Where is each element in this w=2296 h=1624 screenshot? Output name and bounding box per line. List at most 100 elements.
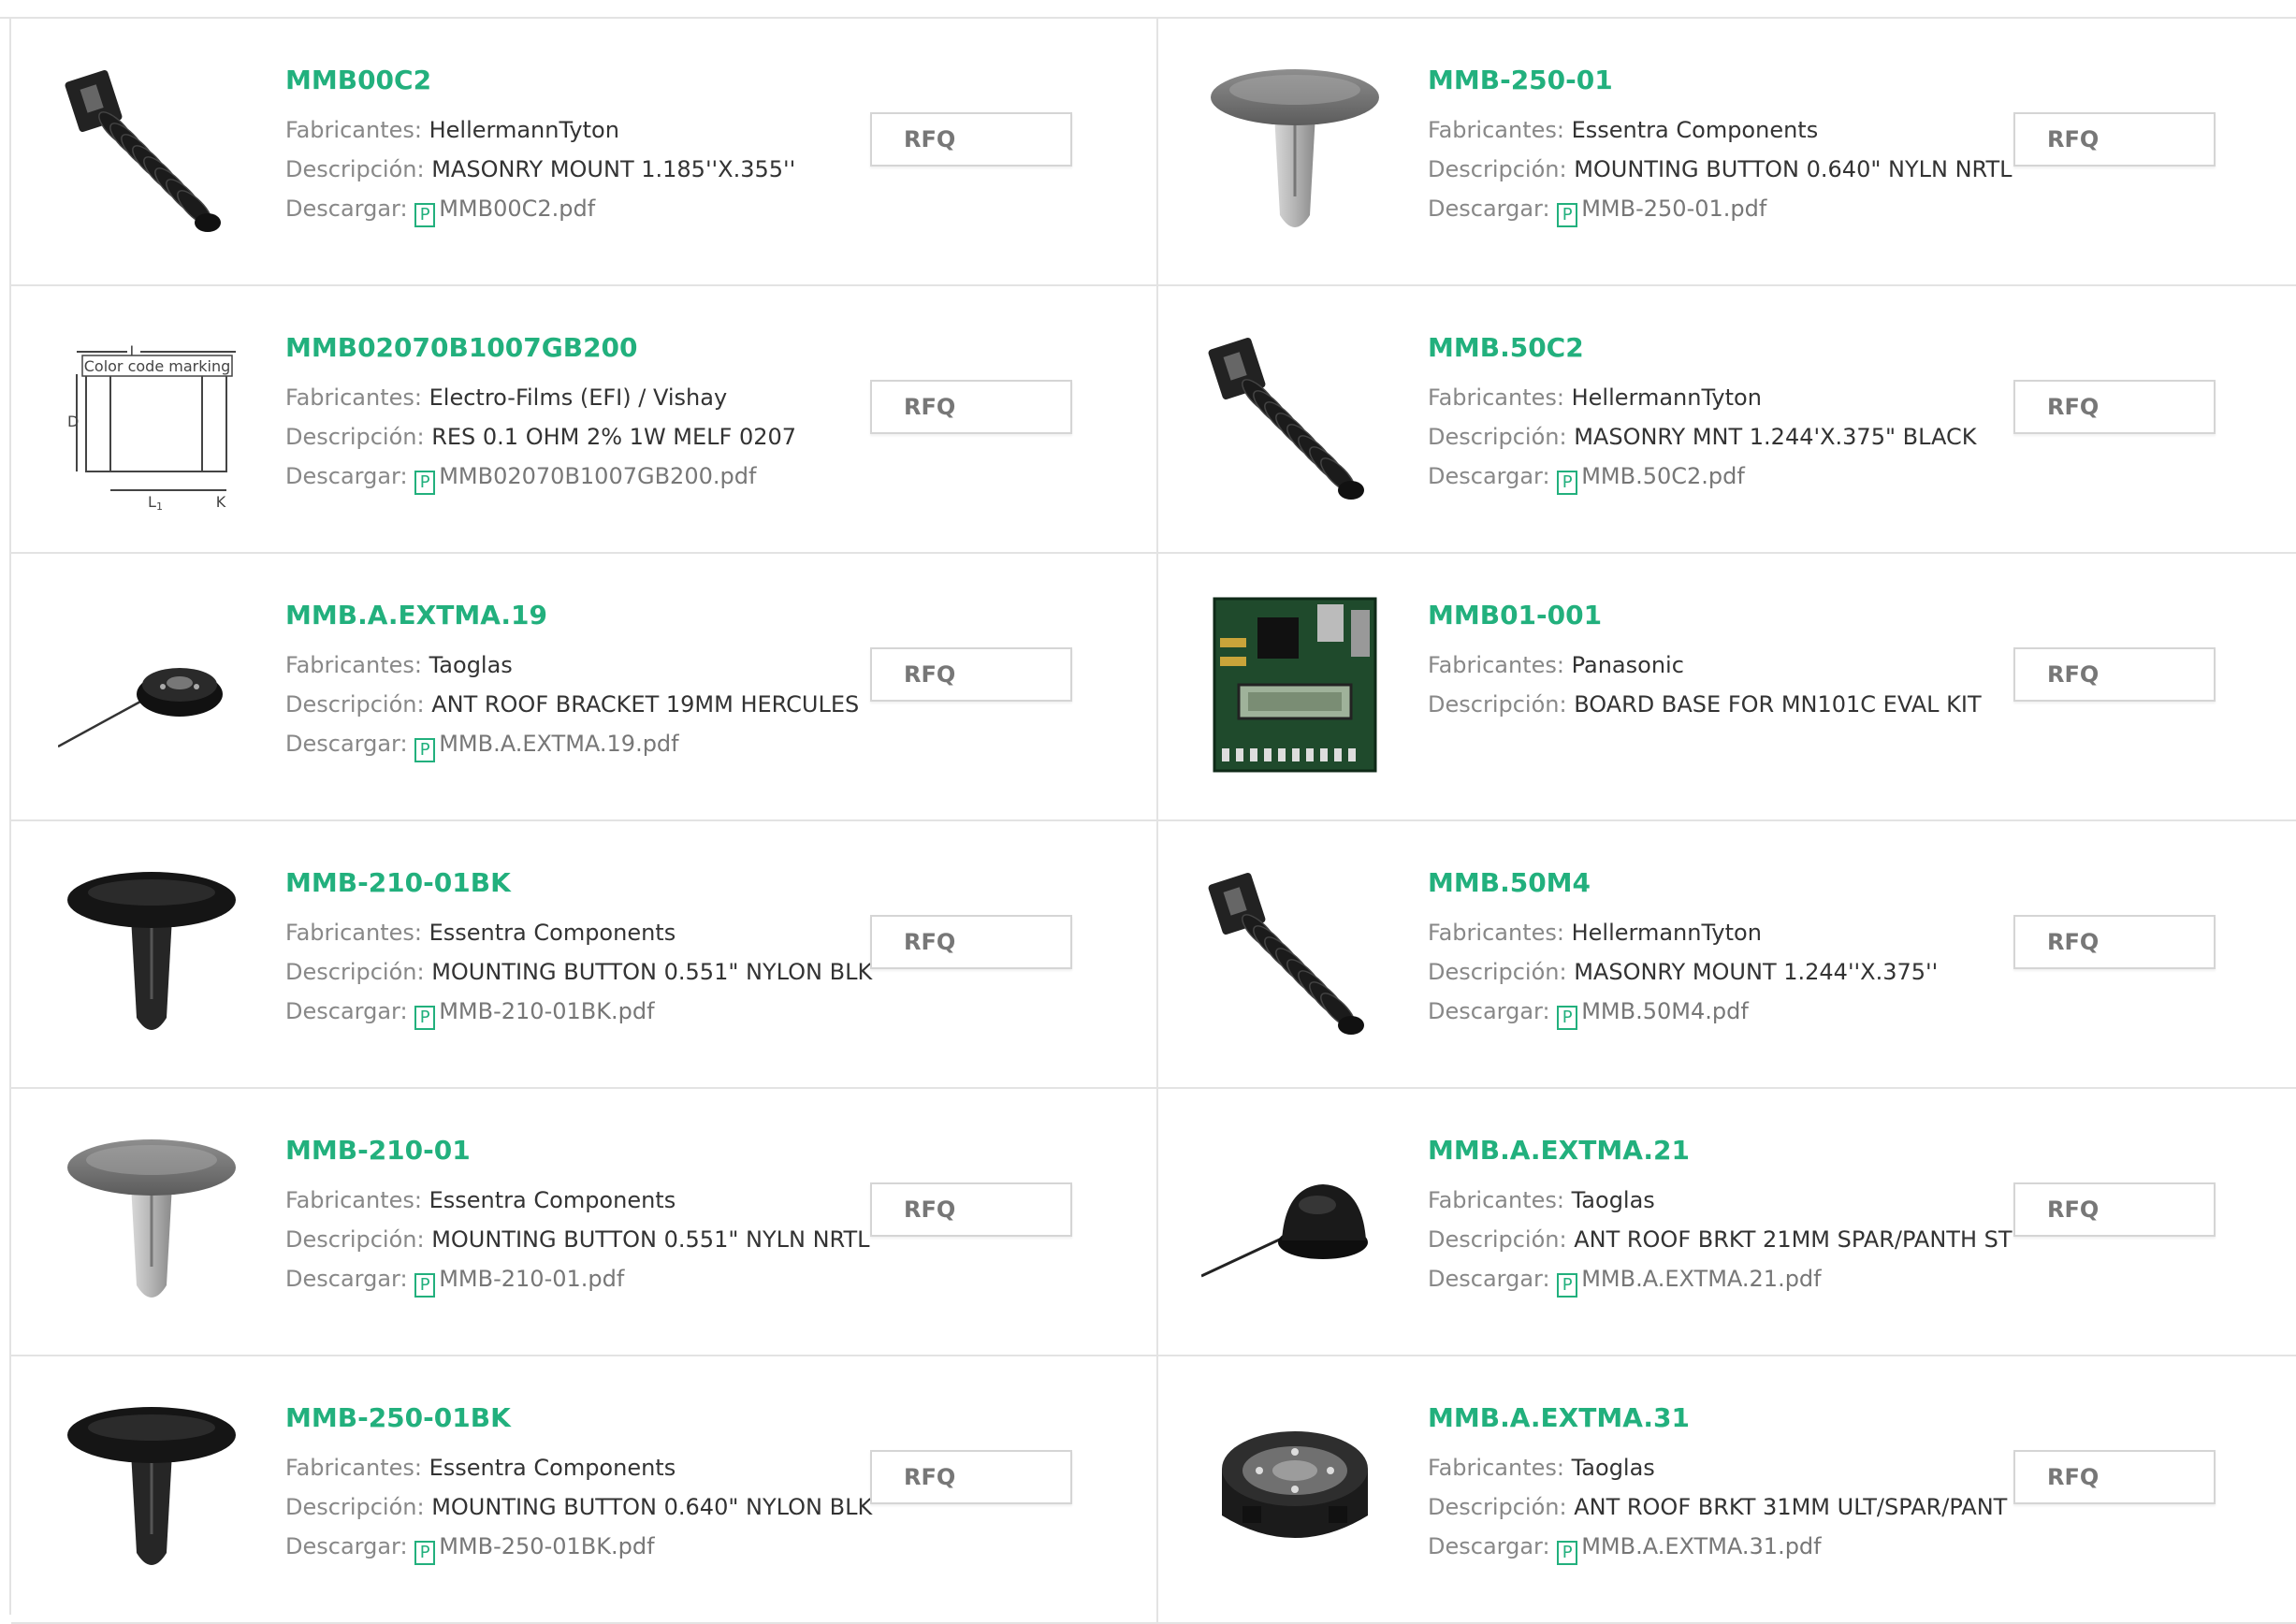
antenna-ring-icon[interactable] [1201, 1394, 1388, 1581]
download-row: Descargar: P MMB-210-01.pdf [285, 1259, 847, 1298]
pdf-link[interactable]: MMB-210-01BK.pdf [439, 998, 654, 1024]
black-anchor-icon[interactable] [1201, 324, 1388, 511]
rfq-button[interactable]: RFQ [2013, 1182, 2216, 1237]
description-label: Descripción: [1428, 1494, 1567, 1520]
rfq-button[interactable]: RFQ [2013, 915, 2216, 969]
description-label: Descripción: [1428, 156, 1567, 182]
product-info: MMB.A.EXTMA.21 Fabricantes: Taoglas Desc… [1428, 1134, 2013, 1298]
download-row: Descargar: P MMB.50C2.pdf [1428, 457, 1989, 496]
download-label: Descargar: [285, 1266, 408, 1292]
pdf-link[interactable]: MMB.A.EXTMA.21.pdf [1581, 1266, 1821, 1292]
rfq-button[interactable]: RFQ [2013, 112, 2216, 167]
manufacturer-label: Fabricantes: [1428, 652, 1564, 678]
download-label: Descargar: [1428, 1266, 1550, 1292]
manufacturer-label: Fabricantes: [1428, 1455, 1564, 1481]
manufacturer-row: Fabricantes: Electro-Films (EFI) / Visha… [285, 378, 847, 417]
part-number-link[interactable]: MMB-250-01BK [285, 1401, 847, 1435]
part-number-link[interactable]: MMB.A.EXTMA.19 [285, 599, 847, 632]
pdf-icon[interactable]: P [1557, 471, 1578, 495]
pdf-icon[interactable]: P [1557, 1273, 1578, 1298]
part-number-link[interactable]: MMB.A.EXTMA.31 [1428, 1401, 1989, 1435]
manufacturer-label: Fabricantes: [285, 1187, 422, 1213]
antenna-bracket-icon[interactable] [58, 591, 245, 778]
description-label: Descripción: [285, 1494, 425, 1520]
description-label: Descripción: [285, 959, 425, 985]
part-number-link[interactable]: MMB.50M4 [1428, 866, 1989, 900]
black-button-icon[interactable] [58, 1394, 245, 1581]
pdf-icon[interactable]: P [414, 203, 436, 227]
part-number-link[interactable]: MMB02070B1007GB200 [285, 331, 847, 365]
rfq-button[interactable]: RFQ [870, 647, 1072, 702]
black-button-icon[interactable] [58, 859, 245, 1046]
description-value: MASONRY MNT 1.244'X.375" BLACK [1574, 424, 1977, 450]
pdf-icon[interactable]: P [1557, 203, 1578, 227]
description-value: RES 0.1 OHM 2% 1W MELF 0207 [431, 424, 797, 450]
download-label: Descargar: [1428, 998, 1550, 1024]
part-number-link[interactable]: MMB.50C2 [1428, 331, 1989, 365]
rfq-button[interactable]: RFQ [870, 112, 1072, 167]
part-number-link[interactable]: MMB-210-01 [285, 1134, 847, 1167]
manufacturer-row: Fabricantes: Essentra Components [285, 1181, 847, 1220]
rfq-button[interactable]: RFQ [870, 915, 1072, 969]
manufacturer-value: Panasonic [1571, 652, 1684, 678]
pdf-link[interactable]: MMB02070B1007GB200.pdf [439, 463, 756, 489]
manufacturer-label: Fabricantes: [1428, 920, 1564, 946]
pdf-icon[interactable]: P [414, 738, 436, 762]
pdf-icon[interactable]: P [414, 1541, 436, 1565]
product-info: MMB00C2 Fabricantes: HellermannTyton Des… [285, 64, 847, 228]
part-number-link[interactable]: MMB-250-01 [1428, 64, 1989, 97]
pdf-icon[interactable]: P [1557, 1006, 1578, 1030]
pdf-link[interactable]: MMB.50C2.pdf [1581, 463, 1745, 489]
pdf-icon[interactable]: P [1557, 1541, 1578, 1565]
black-anchor-icon[interactable] [58, 56, 245, 243]
part-number-link[interactable]: MMB-210-01BK [285, 866, 847, 900]
pdf-link[interactable]: MMB.A.EXTMA.19.pdf [439, 731, 678, 757]
product-info: MMB-250-01 Fabricantes: Essentra Compone… [1428, 64, 2013, 228]
grey-button-icon[interactable] [1201, 56, 1388, 243]
product-info: MMB.A.EXTMA.19 Fabricantes: Taoglas Desc… [285, 599, 859, 763]
download-row: Descargar: P MMB-250-01.pdf [1428, 189, 1989, 228]
manufacturer-label: Fabricantes: [285, 652, 422, 678]
description-label: Descripción: [1428, 959, 1567, 985]
manufacturer-value: Electro-Films (EFI) / Vishay [429, 384, 728, 411]
manufacturer-value: HellermannTyton [1571, 920, 1762, 946]
eval-board-icon[interactable] [1201, 591, 1388, 778]
description-row: Descripción: ANT ROOF BRKT 31MM ULT/SPAR… [1428, 1487, 2007, 1527]
pdf-link[interactable]: MMB.A.EXTMA.31.pdf [1581, 1533, 1821, 1559]
manufacturer-value: Essentra Components [429, 1455, 676, 1481]
product-info: MMB01-001 Fabricantes: Panasonic Descrip… [1428, 599, 1989, 724]
product-card: L Color code marking D L1 K MMB02070B100… [11, 286, 1158, 554]
pdf-link[interactable]: MMB-210-01.pdf [439, 1266, 624, 1292]
product-card: MMB-210-01 Fabricantes: Essentra Compone… [11, 1089, 1158, 1356]
manufacturer-label: Fabricantes: [1428, 384, 1564, 411]
description-label: Descripción: [285, 1226, 425, 1253]
part-number-link[interactable]: MMB.A.EXTMA.21 [1428, 1134, 1989, 1167]
rfq-button[interactable]: RFQ [2013, 647, 2216, 702]
product-info: MMB-250-01BK Fabricantes: Essentra Compo… [285, 1401, 872, 1566]
pdf-icon[interactable]: P [414, 1273, 436, 1298]
grey-button-icon[interactable] [58, 1126, 245, 1313]
download-row: Descargar: P MMB02070B1007GB200.pdf [285, 457, 847, 496]
pdf-icon[interactable]: P [414, 471, 436, 495]
description-row: Descripción: MOUNTING BUTTON 0.551" NYLN… [285, 1220, 870, 1259]
antenna-dome-icon[interactable] [1201, 1126, 1388, 1313]
pdf-link[interactable]: MMB.50M4.pdf [1581, 998, 1749, 1024]
rfq-button[interactable]: RFQ [2013, 1450, 2216, 1504]
rfq-button[interactable]: RFQ [2013, 380, 2216, 434]
black-anchor-icon[interactable] [1201, 859, 1388, 1046]
part-number-link[interactable]: MMB00C2 [285, 64, 847, 97]
resistor-diagram-icon[interactable]: L Color code marking D L1 K [58, 324, 245, 511]
download-label: Descargar: [285, 1533, 408, 1559]
part-number-link[interactable]: MMB01-001 [1428, 599, 1989, 632]
pdf-link[interactable]: MMB00C2.pdf [439, 196, 595, 222]
manufacturer-label: Fabricantes: [285, 384, 422, 411]
pdf-link[interactable]: MMB-250-01.pdf [1581, 196, 1766, 222]
rfq-button[interactable]: RFQ [870, 1182, 1072, 1237]
rfq-button[interactable]: RFQ [870, 1450, 1072, 1504]
description-label: Descripción: [1428, 691, 1567, 718]
pdf-link[interactable]: MMB-250-01BK.pdf [439, 1533, 654, 1559]
manufacturer-row: Fabricantes: HellermannTyton [1428, 378, 1989, 417]
rfq-button[interactable]: RFQ [870, 380, 1072, 434]
pdf-icon[interactable]: P [414, 1006, 436, 1030]
download-row: Descargar: P MMB.A.EXTMA.31.pdf [1428, 1527, 1989, 1566]
